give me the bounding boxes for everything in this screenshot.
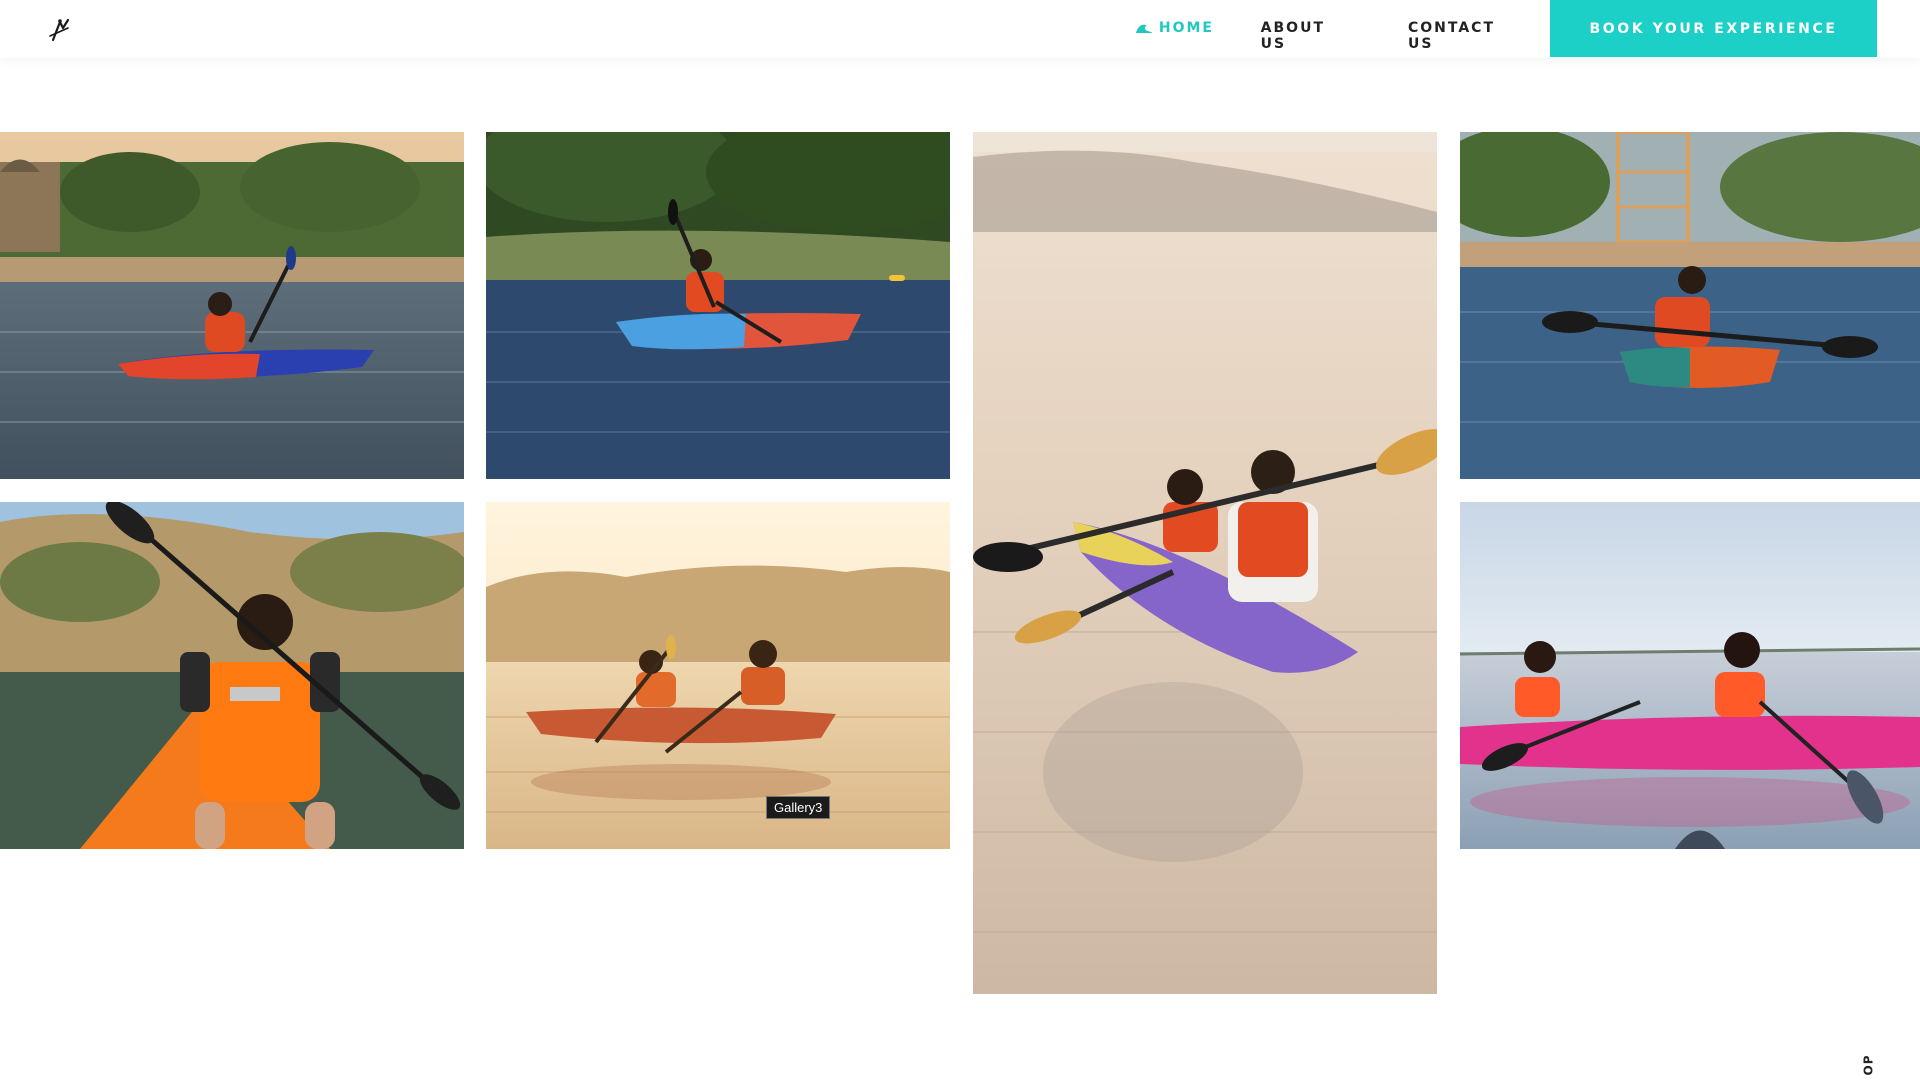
site-header: HOME ABOUT US CONTACT US BOOK YOUR EXPER…: [0, 0, 1920, 58]
gallery-photo-1[interactable]: [0, 132, 464, 479]
gallery-photo-2[interactable]: [486, 132, 950, 479]
sunset-tandem-kayak-photo: [486, 502, 950, 849]
photo-tooltip: Gallery3: [766, 796, 831, 819]
gallery-photo-3[interactable]: [973, 132, 1437, 994]
gallery-photo-5[interactable]: [0, 502, 464, 849]
gallery-photo-4[interactable]: [1460, 132, 1920, 479]
nav-contact-label: CONTACT US: [1407, 20, 1495, 52]
gallery-photo-6[interactable]: [486, 502, 950, 849]
book-experience-button[interactable]: BOOK YOUR EXPERIENCE: [1550, 0, 1877, 57]
nav-contact-link[interactable]: CONTACT US: [1408, 20, 1495, 52]
blue-red-kayak-photo: [486, 132, 950, 479]
wave-icon: [1135, 22, 1153, 34]
nav-home-link[interactable]: HOME: [1135, 20, 1214, 36]
orange-kayak-man-photo: [1460, 132, 1920, 479]
kayak-logo-icon[interactable]: [46, 16, 74, 44]
couple-tandem-kayak-photo: [973, 132, 1437, 994]
nav-about-link[interactable]: ABOUT US: [1261, 20, 1325, 52]
scroll-to-top-link[interactable]: OP: [1862, 1055, 1876, 1076]
gallery-photo-7[interactable]: [1460, 502, 1920, 849]
solo-kayaker-girl-photo: [0, 132, 464, 479]
pink-kayak-friends-photo: [1460, 502, 1920, 849]
first-person-orange-kayak-photo: [0, 502, 464, 849]
nav-home-label: HOME: [1158, 20, 1214, 36]
nav-about-label: ABOUT US: [1260, 20, 1325, 52]
